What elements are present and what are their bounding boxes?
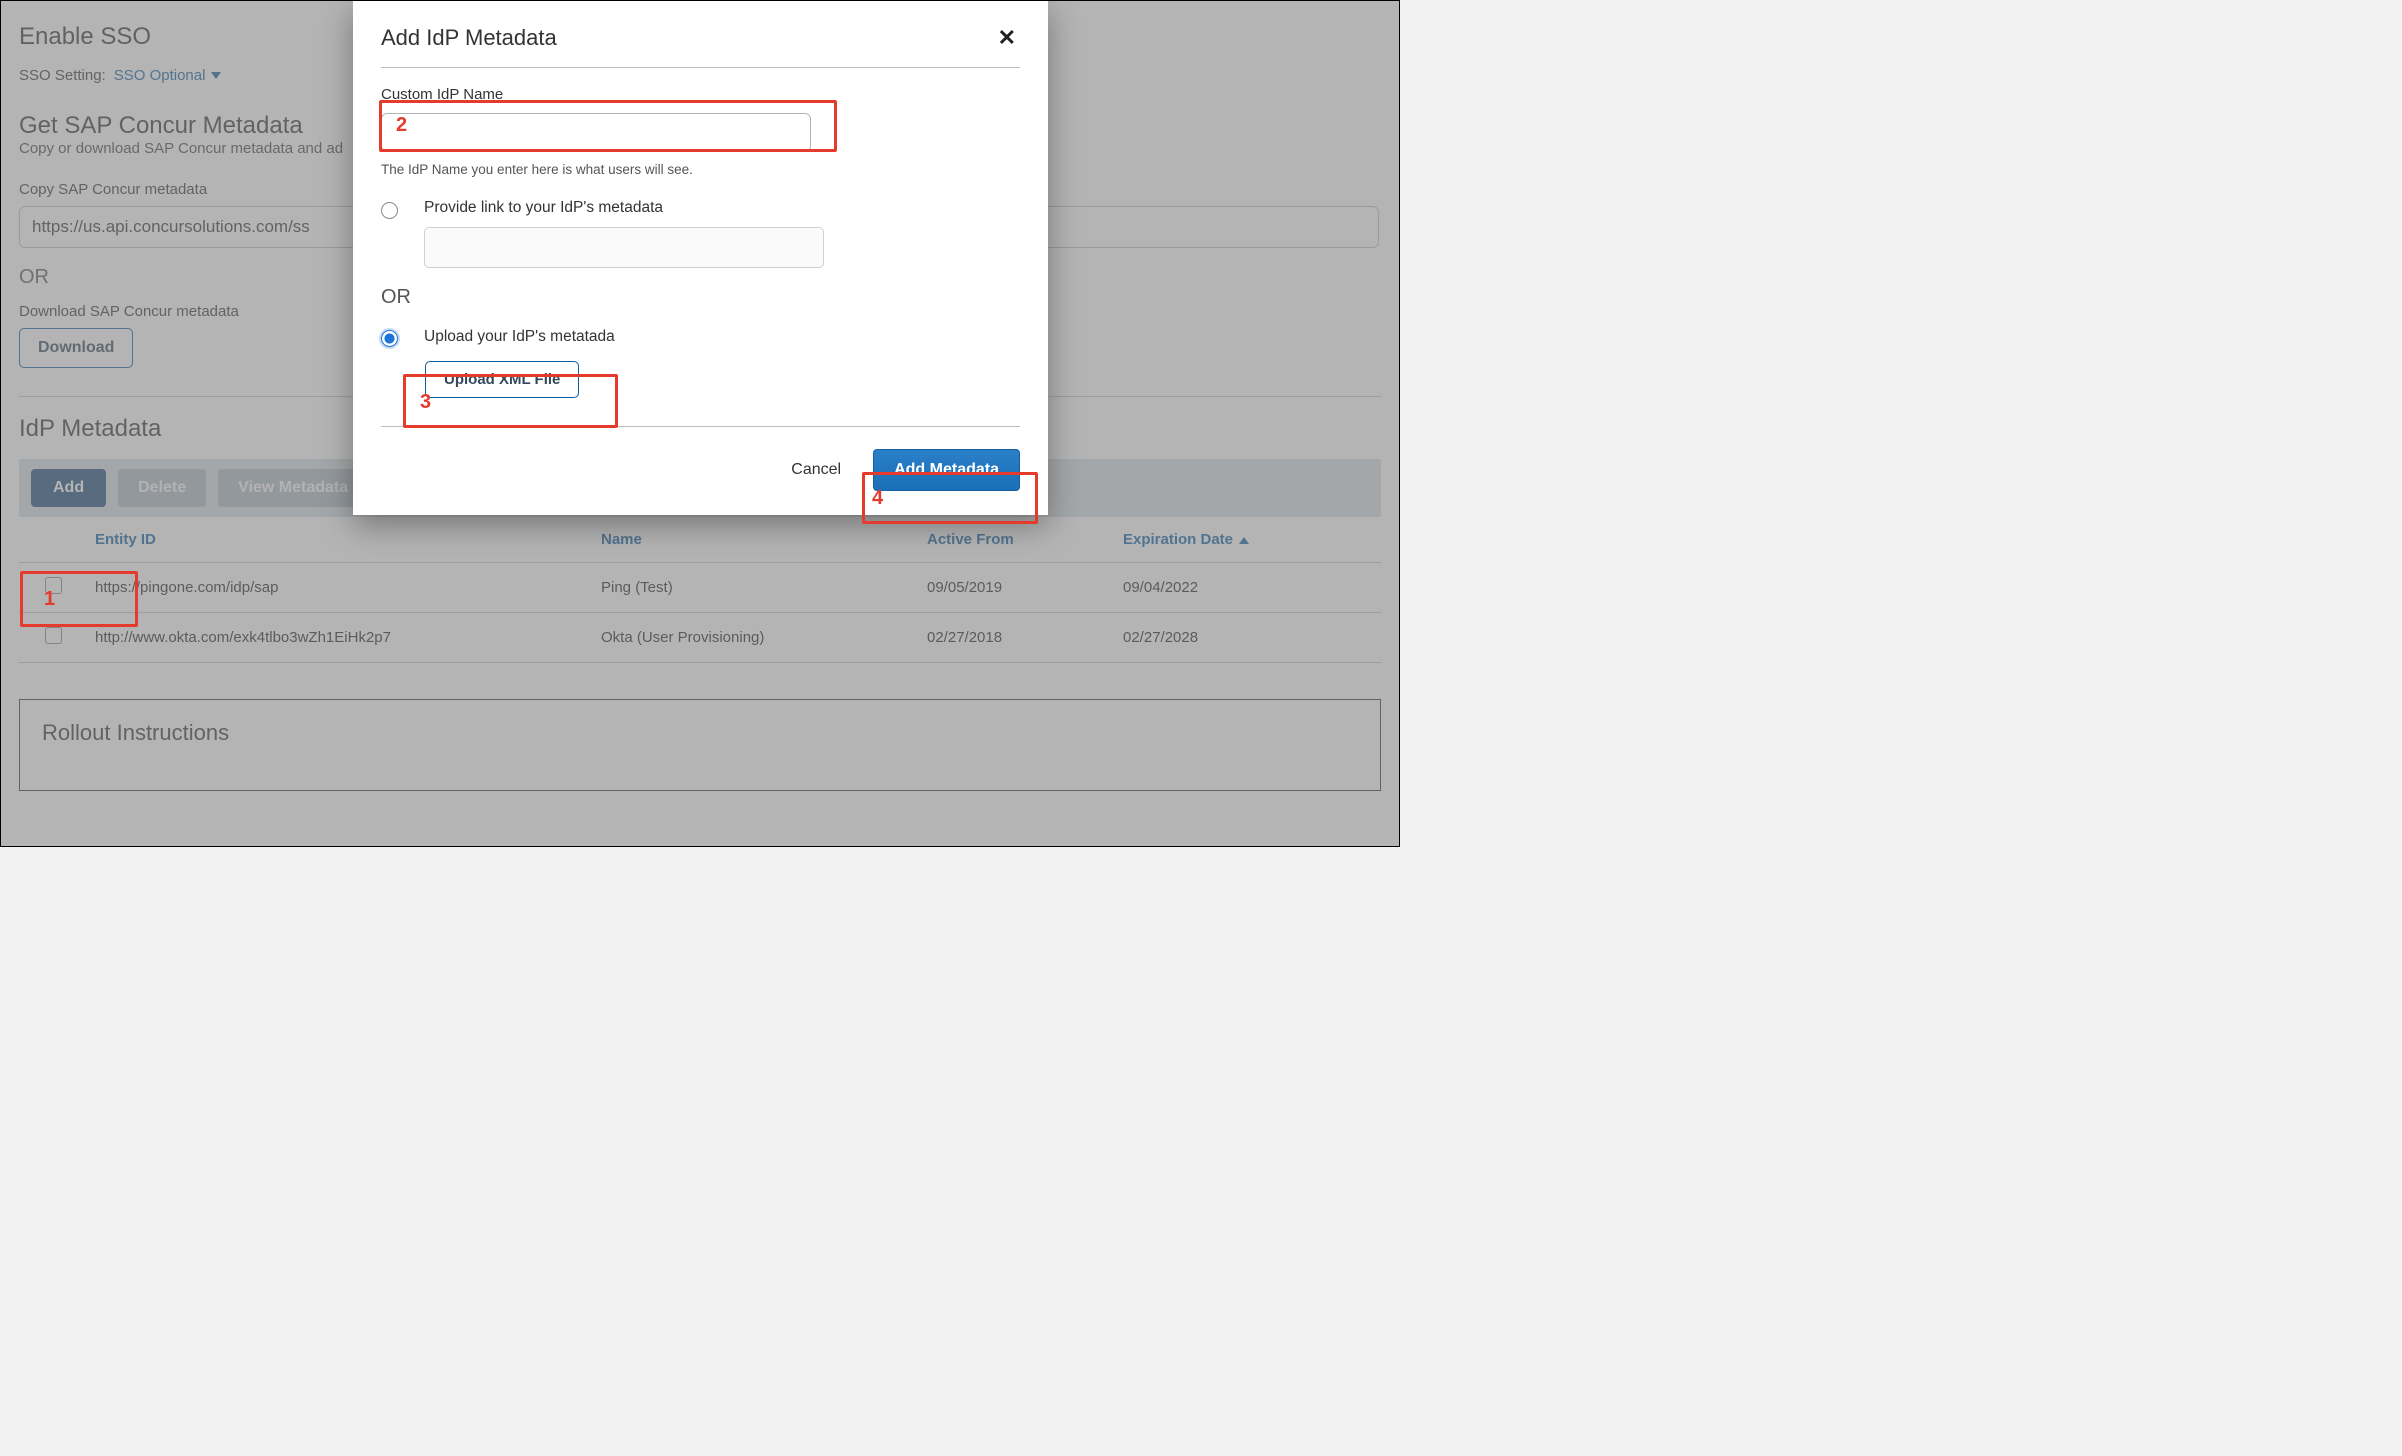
upload-xml-button[interactable]: Upload XML File — [425, 361, 579, 398]
or-text-2: OR — [381, 286, 1020, 309]
radio-provide-link-label: Provide link to your IdP's metadata — [424, 199, 1020, 217]
add-idp-modal: Add IdP Metadata ✕ Custom IdP Name The I… — [353, 1, 1048, 515]
cancel-button[interactable]: Cancel — [785, 453, 847, 487]
add-metadata-button[interactable]: Add Metadata — [873, 449, 1020, 491]
custom-idp-name-input[interactable] — [381, 113, 811, 152]
custom-idp-name-label: Custom IdP Name — [381, 86, 1020, 103]
close-icon[interactable]: ✕ — [994, 23, 1020, 53]
radio-upload[interactable] — [381, 330, 398, 347]
radio-upload-label: Upload your IdP's metatada — [424, 328, 1020, 346]
modal-title: Add IdP Metadata — [381, 25, 557, 51]
custom-idp-name-help: The IdP Name you enter here is what user… — [381, 162, 1020, 177]
radio-provide-link[interactable] — [381, 202, 398, 219]
idp-metadata-link-input[interactable] — [424, 227, 824, 268]
